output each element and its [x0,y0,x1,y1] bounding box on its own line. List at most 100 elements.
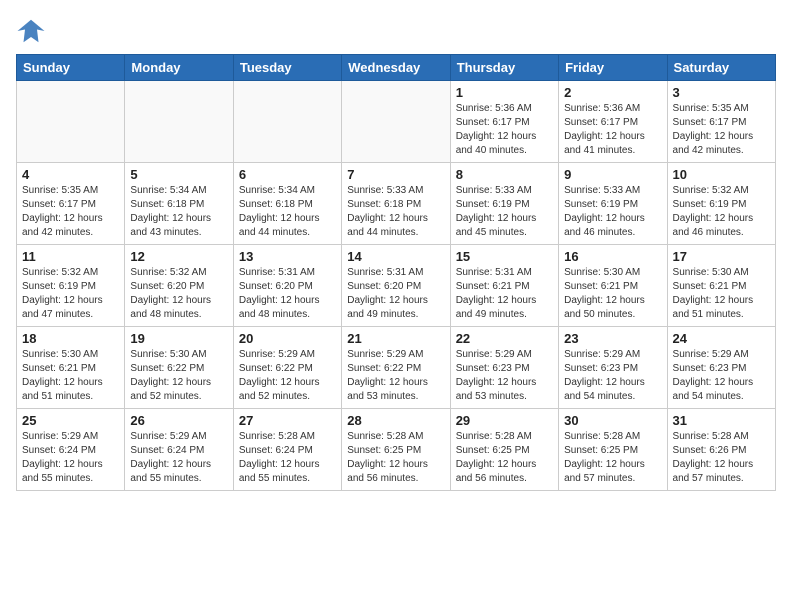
calendar-day-cell [342,81,450,163]
logo [16,16,50,46]
weekday-header: Saturday [667,55,775,81]
day-info: Sunrise: 5:31 AM Sunset: 6:20 PM Dayligh… [347,266,444,322]
day-info: Sunrise: 5:31 AM Sunset: 6:20 PM Dayligh… [239,266,336,322]
weekday-header: Tuesday [233,55,341,81]
day-number: 5 [130,167,227,182]
calendar-day-cell: 5Sunrise: 5:34 AM Sunset: 6:18 PM Daylig… [125,163,233,245]
day-info: Sunrise: 5:35 AM Sunset: 6:17 PM Dayligh… [22,184,119,240]
calendar-day-cell: 22Sunrise: 5:29 AM Sunset: 6:23 PM Dayli… [450,327,558,409]
weekday-header: Wednesday [342,55,450,81]
day-number: 6 [239,167,336,182]
day-info: Sunrise: 5:29 AM Sunset: 6:22 PM Dayligh… [239,348,336,404]
day-number: 3 [673,85,770,100]
calendar-day-cell: 19Sunrise: 5:30 AM Sunset: 6:22 PM Dayli… [125,327,233,409]
header [16,16,776,46]
calendar-day-cell: 29 Sunrise: 5:28 AM Sunset: 6:25 PM Dayli… [450,409,558,491]
calendar-day-cell: 2Sunrise: 5:36 AM Sunset: 6:17 PM Daylig… [559,81,667,163]
day-number: 20 [239,331,336,346]
day-info: Sunrise: 5:35 AM Sunset: 6:17 PM Dayligh… [673,102,770,158]
day-info: Sunrise: 5:29 AM Sunset: 6:23 PM Dayligh… [564,348,661,404]
day-number: 25 [22,413,119,428]
day-info: Sunrise: 5:28 AM Sunset: 6:25 PM Dayligh… [456,430,553,486]
calendar-header-row: SundayMondayTuesdayWednesdayThursdayFrid… [17,55,776,81]
day-number: 22 [456,331,553,346]
day-number: 27 [239,413,336,428]
day-info: Sunrise: 5:28 AM Sunset: 6:25 PM Dayligh… [347,430,444,486]
calendar-day-cell [17,81,125,163]
calendar-week-row: 18Sunrise: 5:30 AM Sunset: 6:21 PM Dayli… [17,327,776,409]
calendar-day-cell: 28 Sunrise: 5:28 AM Sunset: 6:25 PM Dayli… [342,409,450,491]
calendar-week-row: 25 Sunrise: 5:29 AM Sunset: 6:24 PM Dayli… [17,409,776,491]
day-info: Sunrise: 5:33 AM Sunset: 6:19 PM Dayligh… [564,184,661,240]
calendar-week-row: 11 Sunrise: 5:32 AM Sunset: 6:19 PM Dayli… [17,245,776,327]
day-info: Sunrise: 5:30 AM Sunset: 6:21 PM Dayligh… [564,266,661,322]
calendar-week-row: 1Sunrise: 5:36 AM Sunset: 6:17 PM Daylig… [17,81,776,163]
calendar-day-cell: 7 Sunrise: 5:33 AM Sunset: 6:18 PM Daylig… [342,163,450,245]
day-info: Sunrise: 5:34 AM Sunset: 6:18 PM Dayligh… [239,184,336,240]
calendar-day-cell: 9 Sunrise: 5:33 AM Sunset: 6:19 PM Daylig… [559,163,667,245]
calendar-day-cell: 6 Sunrise: 5:34 AM Sunset: 6:18 PM Daylig… [233,163,341,245]
day-info: Sunrise: 5:33 AM Sunset: 6:19 PM Dayligh… [456,184,553,240]
calendar-day-cell: 13 Sunrise: 5:31 AM Sunset: 6:20 PM Dayli… [233,245,341,327]
day-info: Sunrise: 5:30 AM Sunset: 6:21 PM Dayligh… [673,266,770,322]
day-info: Sunrise: 5:31 AM Sunset: 6:21 PM Dayligh… [456,266,553,322]
day-info: Sunrise: 5:28 AM Sunset: 6:24 PM Dayligh… [239,430,336,486]
day-number: 14 [347,249,444,264]
calendar-day-cell: 16 Sunrise: 5:30 AM Sunset: 6:21 PM Dayli… [559,245,667,327]
day-info: Sunrise: 5:32 AM Sunset: 6:20 PM Dayligh… [130,266,227,322]
calendar-day-cell: 26 Sunrise: 5:29 AM Sunset: 6:24 PM Dayli… [125,409,233,491]
calendar-day-cell: 1Sunrise: 5:36 AM Sunset: 6:17 PM Daylig… [450,81,558,163]
day-number: 10 [673,167,770,182]
day-info: Sunrise: 5:28 AM Sunset: 6:26 PM Dayligh… [673,430,770,486]
calendar-day-cell: 23 Sunrise: 5:29 AM Sunset: 6:23 PM Dayli… [559,327,667,409]
day-info: Sunrise: 5:33 AM Sunset: 6:18 PM Dayligh… [347,184,444,240]
day-number: 21 [347,331,444,346]
day-info: Sunrise: 5:29 AM Sunset: 6:24 PM Dayligh… [22,430,119,486]
day-info: Sunrise: 5:36 AM Sunset: 6:17 PM Dayligh… [456,102,553,158]
day-info: Sunrise: 5:29 AM Sunset: 6:23 PM Dayligh… [673,348,770,404]
calendar-day-cell: 21 Sunrise: 5:29 AM Sunset: 6:22 PM Dayli… [342,327,450,409]
calendar: SundayMondayTuesdayWednesdayThursdayFrid… [16,54,776,491]
day-info: Sunrise: 5:29 AM Sunset: 6:22 PM Dayligh… [347,348,444,404]
day-info: Sunrise: 5:32 AM Sunset: 6:19 PM Dayligh… [673,184,770,240]
day-number: 7 [347,167,444,182]
day-number: 31 [673,413,770,428]
calendar-day-cell [125,81,233,163]
calendar-day-cell: 12 Sunrise: 5:32 AM Sunset: 6:20 PM Dayli… [125,245,233,327]
day-number: 28 [347,413,444,428]
calendar-day-cell: 10 Sunrise: 5:32 AM Sunset: 6:19 PM Dayli… [667,163,775,245]
calendar-day-cell: 25 Sunrise: 5:29 AM Sunset: 6:24 PM Dayli… [17,409,125,491]
day-number: 18 [22,331,119,346]
day-number: 17 [673,249,770,264]
day-info: Sunrise: 5:32 AM Sunset: 6:19 PM Dayligh… [22,266,119,322]
day-number: 9 [564,167,661,182]
weekday-header: Friday [559,55,667,81]
calendar-day-cell: 14 Sunrise: 5:31 AM Sunset: 6:20 PM Dayli… [342,245,450,327]
calendar-day-cell: 17 Sunrise: 5:30 AM Sunset: 6:21 PM Dayli… [667,245,775,327]
calendar-day-cell: 24Sunrise: 5:29 AM Sunset: 6:23 PM Dayli… [667,327,775,409]
day-number: 2 [564,85,661,100]
calendar-day-cell [233,81,341,163]
calendar-day-cell: 31 Sunrise: 5:28 AM Sunset: 6:26 PM Dayli… [667,409,775,491]
day-number: 4 [22,167,119,182]
day-number: 26 [130,413,227,428]
day-number: 13 [239,249,336,264]
day-info: Sunrise: 5:28 AM Sunset: 6:25 PM Dayligh… [564,430,661,486]
day-info: Sunrise: 5:30 AM Sunset: 6:22 PM Dayligh… [130,348,227,404]
weekday-header: Thursday [450,55,558,81]
calendar-day-cell: 30 Sunrise: 5:28 AM Sunset: 6:25 PM Dayli… [559,409,667,491]
day-number: 11 [22,249,119,264]
calendar-day-cell: 11 Sunrise: 5:32 AM Sunset: 6:19 PM Dayli… [17,245,125,327]
calendar-day-cell: 18Sunrise: 5:30 AM Sunset: 6:21 PM Dayli… [17,327,125,409]
day-number: 16 [564,249,661,264]
day-info: Sunrise: 5:29 AM Sunset: 6:24 PM Dayligh… [130,430,227,486]
weekday-header: Monday [125,55,233,81]
logo-icon [16,16,46,46]
day-number: 29 [456,413,553,428]
day-number: 30 [564,413,661,428]
day-number: 12 [130,249,227,264]
calendar-day-cell: 8Sunrise: 5:33 AM Sunset: 6:19 PM Daylig… [450,163,558,245]
day-number: 23 [564,331,661,346]
calendar-week-row: 4 Sunrise: 5:35 AM Sunset: 6:17 PM Daylig… [17,163,776,245]
day-number: 15 [456,249,553,264]
